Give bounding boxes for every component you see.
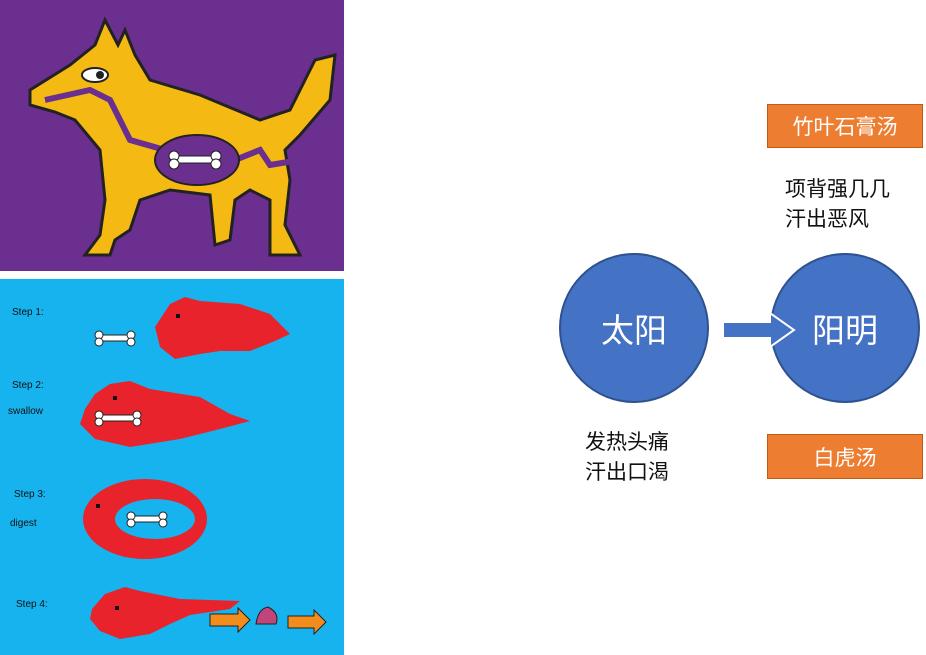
transition-arrow-icon bbox=[722, 311, 796, 349]
creature-step-4 bbox=[90, 587, 240, 639]
top-symptom-line-1: 项背强几几 bbox=[785, 177, 890, 201]
steps-drawing bbox=[80, 297, 327, 639]
top-symptoms: 项背强几几 汗出恶风 bbox=[785, 174, 890, 234]
bottom-symptom-line-2: 汗出口渴 bbox=[585, 460, 669, 484]
arrow-icon bbox=[209, 606, 251, 634]
bottom-formula-box: 白虎汤 bbox=[767, 434, 923, 479]
top-symptom-line-2: 汗出恶风 bbox=[785, 207, 869, 231]
digestion-steps-panel: Step 1: Step 2: swallow Step 3: digest S… bbox=[0, 279, 344, 655]
poop-icon bbox=[255, 606, 278, 625]
dog-eye-icon bbox=[81, 67, 109, 83]
bone-icon bbox=[94, 330, 136, 347]
top-formula-box: 竹叶石膏汤 bbox=[767, 104, 923, 148]
bottom-symptoms: 发热头痛 汗出口渴 bbox=[585, 427, 669, 487]
dog-illustration-panel bbox=[0, 0, 344, 271]
arrow-icon bbox=[287, 608, 327, 636]
creature-step-1 bbox=[155, 297, 290, 359]
node-taiyang: 太阳 bbox=[559, 253, 709, 403]
dog-drawing bbox=[28, 16, 337, 257]
creature-step-2 bbox=[80, 381, 250, 447]
bottom-symptom-line-1: 发热头痛 bbox=[585, 430, 669, 454]
